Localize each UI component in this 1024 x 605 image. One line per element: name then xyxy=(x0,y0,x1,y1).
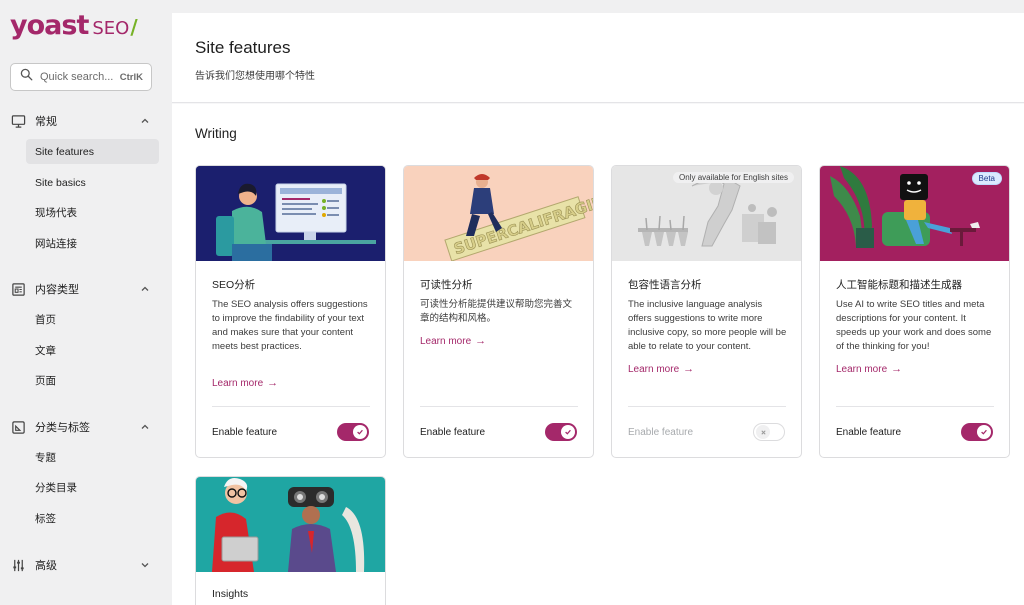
enable-feature-toggle[interactable] xyxy=(545,423,577,441)
arrow-right-icon: → xyxy=(475,335,487,347)
enable-feature-toggle[interactable] xyxy=(337,423,369,441)
check-icon xyxy=(353,425,367,439)
divider xyxy=(420,406,578,407)
check-icon xyxy=(977,425,991,439)
logo-wordmark: yoast xyxy=(10,10,89,41)
enable-feature-label: Enable feature xyxy=(628,427,694,438)
nav-item-categories[interactable]: 分类目录 xyxy=(26,475,159,500)
nav-group-categories-tags-header[interactable]: 分类与标签 xyxy=(0,417,172,437)
card-description: The inclusive language analysis offers s… xyxy=(628,299,787,352)
enable-feature-toggle[interactable] xyxy=(753,423,785,441)
quick-search[interactable]: Quick search... CtrlK xyxy=(10,63,152,91)
divider xyxy=(628,406,786,407)
chevron-up-icon xyxy=(140,284,150,294)
chevron-up-icon xyxy=(140,116,150,126)
feature-card-readability: SUPERCALIFRAGILISTIC 可读性分析 可读性分析能提供建议帮助您… xyxy=(403,165,594,458)
feature-card-inclusive-language: Only available for English sites 包容性语言分析… xyxy=(611,165,802,458)
nav-group-advanced: 高级 xyxy=(0,555,172,575)
card-title: 可读性分析 xyxy=(420,279,473,291)
chevron-up-icon xyxy=(140,422,150,432)
learn-more-label: Learn more xyxy=(420,335,472,347)
arrow-right-icon: → xyxy=(267,377,279,389)
sliders-icon xyxy=(11,558,26,573)
insights-illustration xyxy=(196,477,385,572)
nav-group-content-types-label: 内容类型 xyxy=(35,284,79,296)
card-description: 可读性分析能提供建议帮助您完善文章的结构和风格。 xyxy=(420,299,573,324)
learn-more-label: Learn more xyxy=(628,363,680,375)
learn-more-link[interactable]: Learn more → xyxy=(628,363,694,375)
nav-group-categories-tags-label: 分类与标签 xyxy=(35,422,90,434)
enable-feature-label: Enable feature xyxy=(212,427,278,438)
nav-group-advanced-label: 高级 xyxy=(35,560,57,572)
divider xyxy=(212,406,370,407)
card-title: SEO分析 xyxy=(212,279,256,291)
learn-more-link[interactable]: Learn more → xyxy=(212,377,278,389)
nav-group-general: 常规 xyxy=(0,111,172,131)
tag-icon xyxy=(11,420,26,435)
nav-group-advanced-header[interactable]: 高级 xyxy=(0,555,172,575)
nav-group-categories-tags: 分类与标签 xyxy=(0,417,172,437)
learn-more-link[interactable]: Learn more → xyxy=(836,363,902,375)
inclusive-language-illustration: Only available for English sites xyxy=(612,166,801,261)
nav-item-site-features[interactable]: Site features xyxy=(26,139,159,164)
nav-group-general-header[interactable]: 常规 xyxy=(0,111,172,131)
nav-item-site-connections[interactable]: 网站连接 xyxy=(26,231,159,256)
nav-item-site-representation[interactable]: 现场代表 xyxy=(26,200,159,225)
nav-item-topics[interactable]: 专题 xyxy=(26,445,159,470)
feature-card-insights: Insights xyxy=(195,476,386,605)
learn-more-link[interactable]: Learn more → xyxy=(420,335,486,347)
logo-suffix: SEO xyxy=(92,18,130,39)
check-icon xyxy=(561,425,575,439)
section-title: Writing xyxy=(195,126,237,141)
english-only-badge: Only available for English sites xyxy=(673,172,794,183)
enable-feature-label: Enable feature xyxy=(836,427,902,438)
feature-card-ai-generator: Beta 人工智能标题和描述生成器 Use AI to write SEO ti… xyxy=(819,165,1010,458)
page-header: Site features 告诉我们您想使用哪个特性 xyxy=(172,13,1024,103)
enable-feature-label: Enable feature xyxy=(420,427,486,438)
page-subtitle: 告诉我们您想使用哪个特性 xyxy=(195,71,315,82)
yoast-logo[interactable]: yoast SEO / xyxy=(10,10,138,44)
card-title: 包容性语言分析 xyxy=(628,279,702,291)
learn-more-label: Learn more xyxy=(212,377,264,389)
nav-item-homepage[interactable]: 首页 xyxy=(26,307,159,332)
monitor-icon xyxy=(11,114,26,129)
ai-generator-illustration: Beta xyxy=(820,166,1009,261)
main-panel: Site features 告诉我们您想使用哪个特性 Writing SEO分析… xyxy=(172,13,1024,605)
sidebar: yoast SEO / Quick search... CtrlK 常规 Sit… xyxy=(0,0,172,605)
nav-group-content-types: 内容类型 xyxy=(0,279,172,299)
document-icon xyxy=(11,282,26,297)
card-title: 人工智能标题和描述生成器 xyxy=(836,279,962,291)
divider xyxy=(836,406,994,407)
page-title: Site features xyxy=(195,38,291,57)
arrow-right-icon: → xyxy=(891,363,903,375)
nav-item-posts[interactable]: 文章 xyxy=(26,338,159,363)
nav-item-site-basics[interactable]: Site basics xyxy=(26,170,159,195)
arrow-right-icon: → xyxy=(683,363,695,375)
chevron-down-icon xyxy=(140,560,150,570)
readability-illustration: SUPERCALIFRAGILISTIC xyxy=(404,166,593,261)
card-title: Insights xyxy=(212,588,249,600)
beta-badge: Beta xyxy=(971,172,1002,185)
nav-item-pages[interactable]: 页面 xyxy=(26,368,159,393)
search-shortcut: CtrlK xyxy=(119,71,143,83)
card-description: The SEO analysis offers suggestions to i… xyxy=(212,299,368,352)
nav-group-content-types-header[interactable]: 内容类型 xyxy=(0,279,172,299)
feature-card-seo-analysis: SEO分析 The SEO analysis offers suggestion… xyxy=(195,165,386,458)
x-icon xyxy=(756,425,770,439)
enable-feature-toggle[interactable] xyxy=(961,423,993,441)
learn-more-label: Learn more xyxy=(836,363,888,375)
seo-analysis-illustration xyxy=(196,166,385,261)
card-description: Use AI to write SEO titles and meta desc… xyxy=(836,299,992,352)
search-placeholder: Quick search... xyxy=(40,71,114,83)
nav-group-general-label: 常规 xyxy=(35,116,57,128)
nav-item-tags[interactable]: 标签 xyxy=(26,506,159,531)
logo-slash: / xyxy=(130,15,138,39)
search-icon xyxy=(20,68,33,86)
